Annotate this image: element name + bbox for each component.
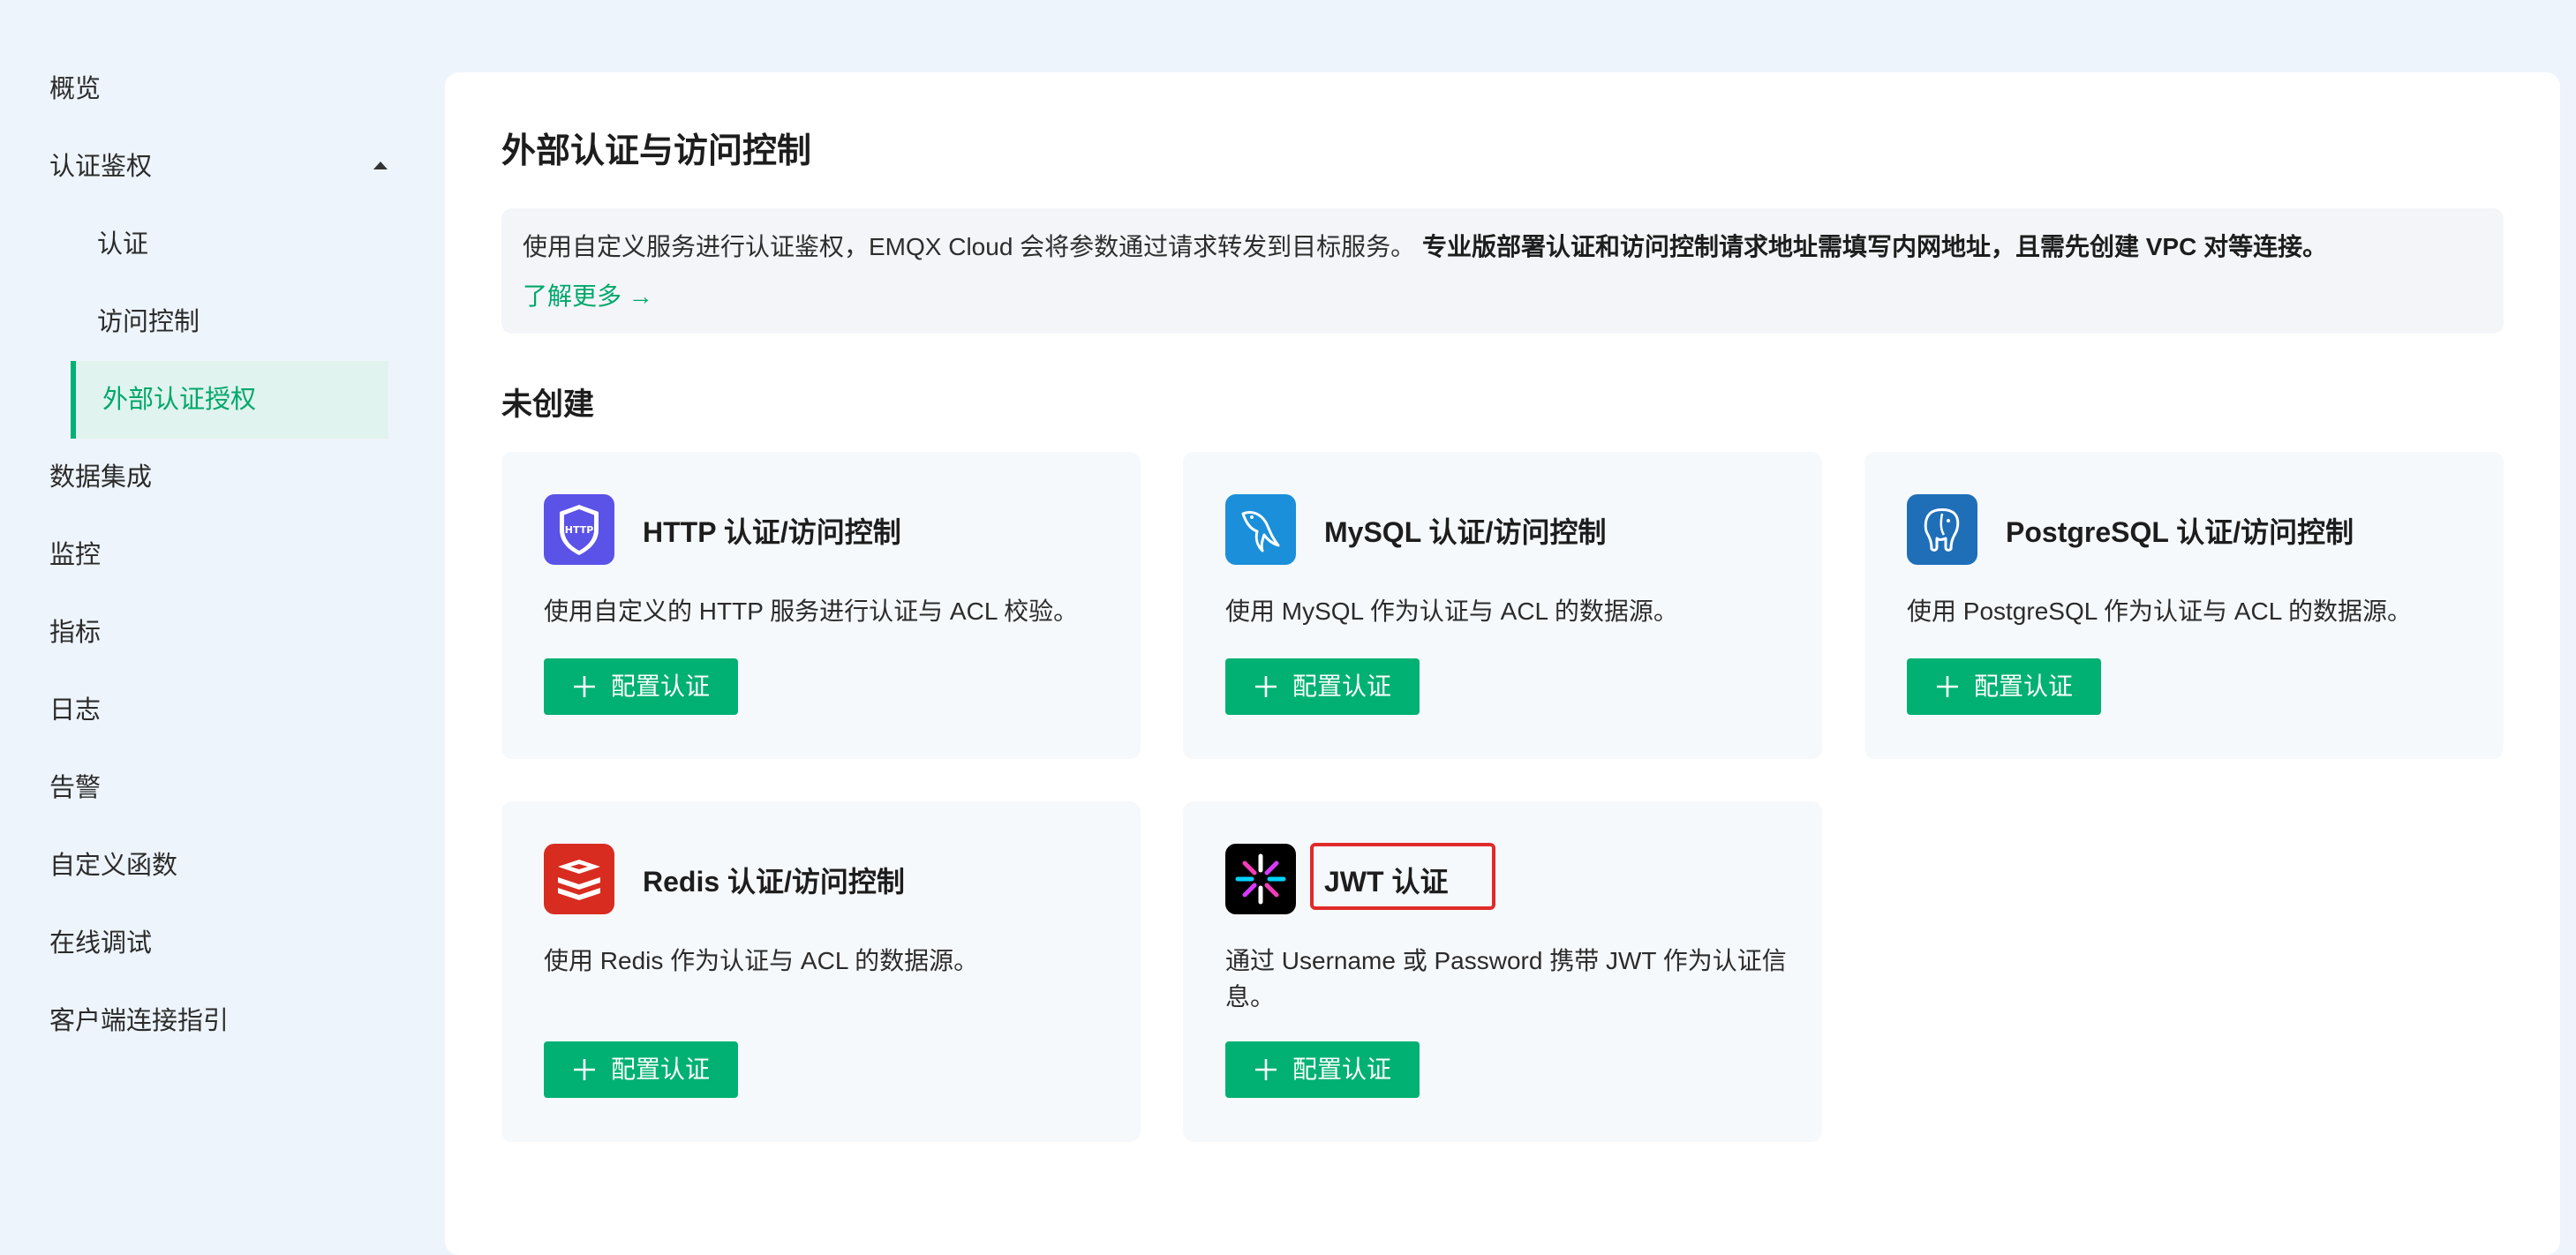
highlight-box: [1310, 843, 1495, 910]
configure-auth-button[interactable]: 配置认证: [1907, 658, 2101, 715]
configure-auth-button[interactable]: 配置认证: [544, 658, 738, 715]
card-http: HTTP HTTP 认证/访问控制 使用自定义的 HTTP 服务进行认证与 AC…: [501, 452, 1141, 759]
sidebar-item-alerts[interactable]: 告警: [49, 750, 101, 826]
card-redis: Redis 认证/访问控制 使用 Redis 作为认证与 ACL 的数据源。 配…: [501, 801, 1141, 1142]
button-label: 配置认证: [611, 673, 711, 700]
sidebar-item-overview[interactable]: 概览: [49, 51, 101, 127]
sidebar: 概览 认证鉴权 认证 访问控制 外部认证授权 数据集成 监控 指标 日志 告警 …: [0, 0, 415, 1243]
info-text-bold: 专业版部署认证和访问控制请求地址需填写内网地址，且需先创建 VPC 对等连接。: [1421, 233, 2328, 260]
button-label: 配置认证: [1974, 673, 2074, 700]
main-panel: 外部认证与访问控制 使用自定义服务进行认证鉴权，EMQX Cloud 会将参数通…: [445, 72, 2560, 1255]
learn-more-link[interactable]: 了解更多 →: [523, 277, 653, 312]
card-desc: 使用 Redis 作为认证与 ACL 的数据源。: [544, 947, 979, 974]
info-text-normal: 使用自定义服务进行认证鉴权，EMQX Cloud 会将参数通过请求转发到目标服务…: [523, 233, 1416, 260]
card-postgresql: PostgreSQL 认证/访问控制 使用 PostgreSQL 作为认证与 A…: [1864, 452, 2504, 759]
card-title: MySQL 认证/访问控制: [1324, 516, 1607, 548]
info-box: 使用自定义服务进行认证鉴权，EMQX Cloud 会将参数通过请求转发到目标服务…: [501, 208, 2504, 334]
sidebar-item-custom-functions[interactable]: 自定义函数: [49, 828, 177, 904]
button-label: 配置认证: [1292, 673, 1392, 700]
http-logo-text: HTTP: [565, 524, 594, 536]
card-title: Redis 认证/访问控制: [643, 866, 905, 898]
sidebar-item-auth[interactable]: 认证鉴权: [49, 129, 152, 205]
configure-auth-button[interactable]: 配置认证: [1225, 1041, 1420, 1098]
sidebar-item-metrics[interactable]: 指标: [49, 595, 101, 671]
plus-icon: [1255, 676, 1277, 697]
sidebar-item-access-control[interactable]: 访问控制: [97, 284, 200, 360]
sidebar-item-data-integration[interactable]: 数据集成: [49, 440, 152, 515]
page-title: 外部认证与访问控制: [501, 132, 812, 170]
plus-icon: [1255, 1059, 1277, 1080]
plus-icon: [574, 676, 595, 697]
card-desc: 使用自定义的 HTTP 服务进行认证与 ACL 校验。: [544, 597, 1079, 625]
sidebar-item-client-guide[interactable]: 客户端连接指引: [49, 983, 229, 1059]
button-label: 配置认证: [611, 1056, 711, 1083]
card-desc: 使用 PostgreSQL 作为认证与 ACL 的数据源。: [1907, 597, 2413, 625]
sidebar-item-logs[interactable]: 日志: [49, 673, 101, 748]
sidebar-item-online-debug[interactable]: 在线调试: [49, 906, 152, 981]
jwt-burst-icon: [1225, 844, 1296, 914]
card-desc: 通过 Username 或 Password 携带 JWT 作为认证信息。: [1225, 947, 1787, 1011]
button-label: 配置认证: [1292, 1056, 1392, 1083]
configure-auth-button[interactable]: 配置认证: [1225, 658, 1420, 715]
configure-auth-button[interactable]: 配置认证: [544, 1041, 738, 1098]
mysql-dolphin-icon: [1225, 494, 1296, 565]
sidebar-item-monitoring[interactable]: 监控: [49, 517, 101, 593]
plus-icon: [574, 1059, 595, 1080]
card-mysql: MySQL 认证/访问控制 使用 MySQL 作为认证与 ACL 的数据源。 配…: [1183, 452, 1822, 759]
card-desc: 使用 MySQL 作为认证与 ACL 的数据源。: [1225, 597, 1678, 625]
caret-up-icon[interactable]: [373, 162, 388, 169]
postgresql-elephant-icon: [1907, 494, 1977, 565]
sidebar-item-external-auth[interactable]: 外部认证授权: [71, 361, 388, 439]
sidebar-item-label: 外部认证授权: [102, 386, 257, 414]
card-title: PostgreSQL 认证/访问控制: [2006, 516, 2354, 548]
card-title: HTTP 认证/访问控制: [643, 516, 901, 548]
http-shield-icon: HTTP: [544, 494, 614, 565]
card-jwt: JWT 认证 通过 Username 或 Password 携带 JWT 作为认…: [1183, 801, 1822, 1142]
info-text: 使用自定义服务进行认证鉴权，EMQX Cloud 会将参数通过请求转发到目标服务…: [523, 228, 2327, 263]
plus-icon: [1937, 676, 1958, 697]
redis-stack-icon: [544, 844, 614, 914]
section-title: 未创建: [501, 387, 595, 422]
sidebar-item-authentication[interactable]: 认证: [97, 207, 148, 282]
